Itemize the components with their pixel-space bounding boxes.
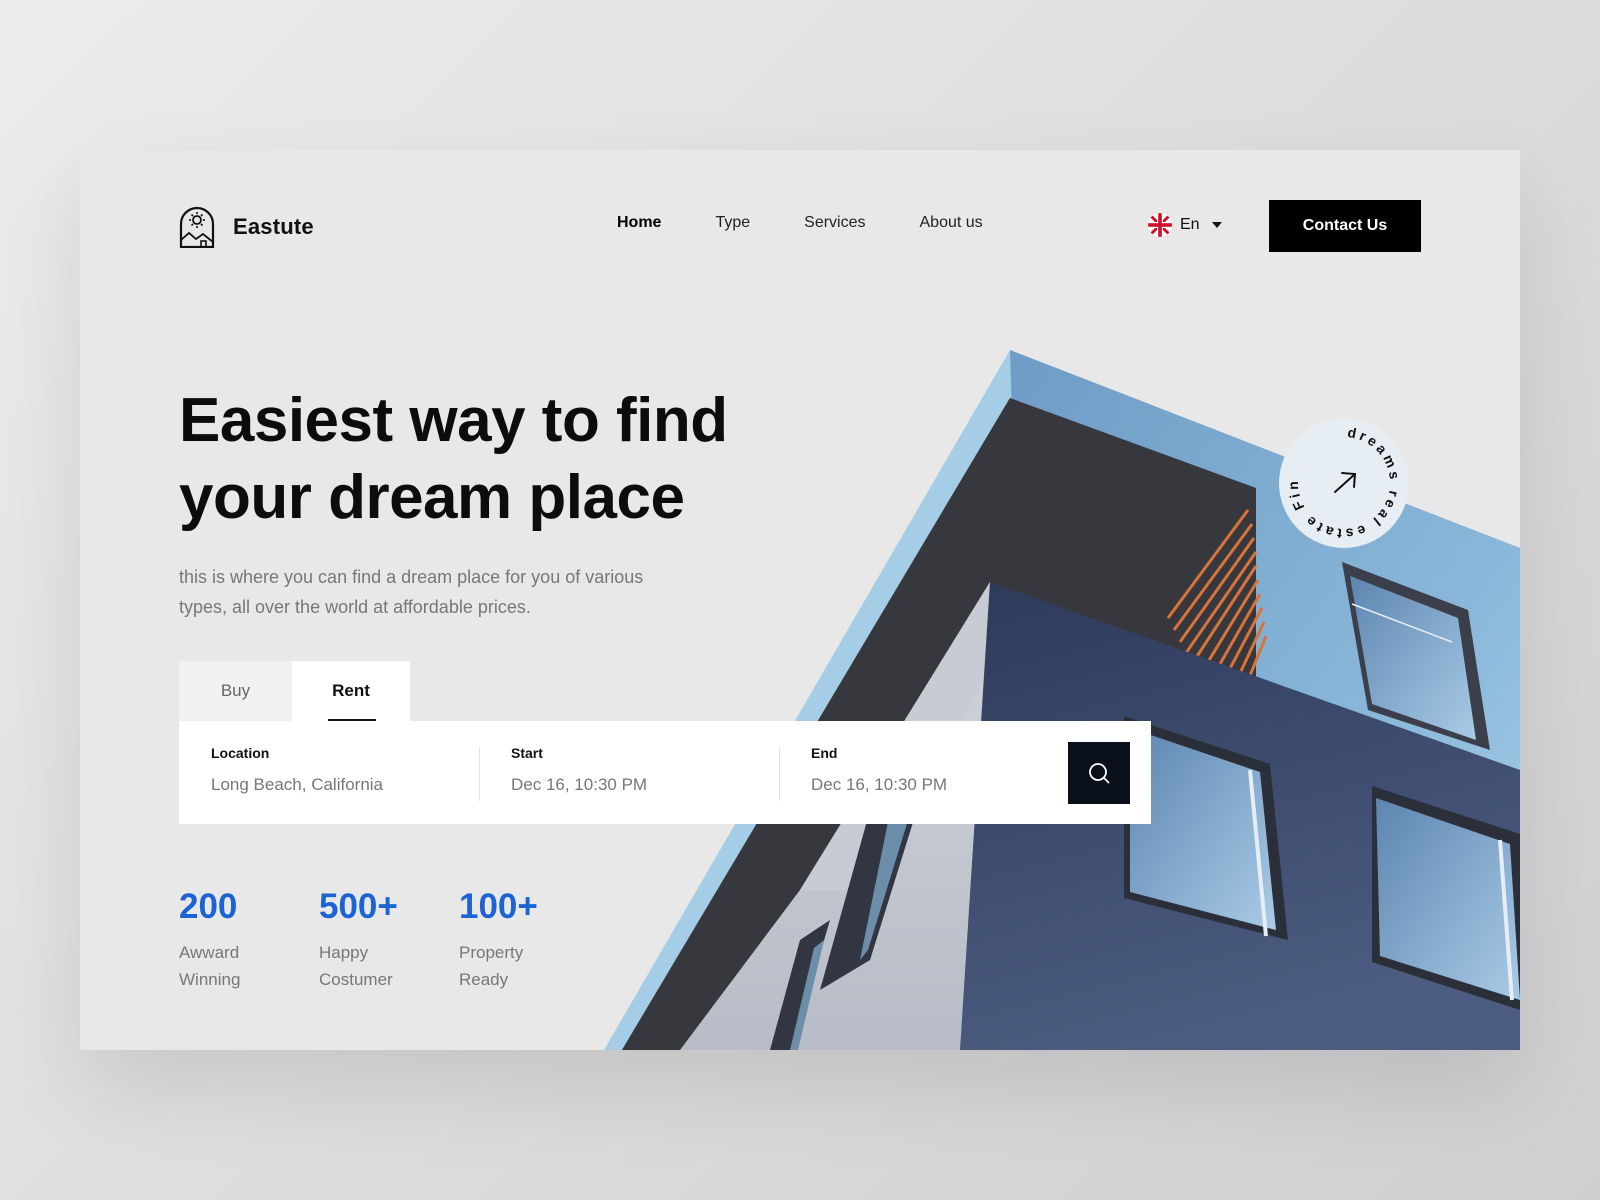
contact-us-button[interactable]: Contact Us bbox=[1269, 200, 1421, 252]
stat-value: 100+ bbox=[459, 887, 538, 926]
chevron-down-icon bbox=[1211, 222, 1222, 228]
location-value: Long Beach, California bbox=[211, 775, 384, 794]
start-date-field[interactable]: Start Dec 16, 10:30 PM bbox=[479, 721, 779, 824]
end-value: Dec 16, 10:30 PM bbox=[811, 775, 948, 794]
stat-value: 200 bbox=[179, 887, 238, 926]
stats-row: 200 Awward Winning 500+ Happy Costumer 1… bbox=[179, 887, 599, 993]
stat-properties: 100+ Property Ready bbox=[459, 887, 539, 993]
hero-title-line-2: your dream place bbox=[179, 463, 685, 532]
nav-item-about-us[interactable]: About us bbox=[920, 214, 983, 232]
language-selector[interactable]: En bbox=[1148, 213, 1222, 237]
stat-label: Awward Winning bbox=[179, 943, 241, 989]
stat-awards: 200 Awward Winning bbox=[179, 887, 259, 993]
start-label: Start bbox=[511, 745, 543, 761]
hero-title-line-1: Easiest way to find bbox=[179, 386, 728, 455]
arrow-up-right-icon bbox=[1334, 472, 1357, 493]
stat-value: 500+ bbox=[319, 887, 398, 926]
nav-item-type[interactable]: Type bbox=[715, 214, 750, 232]
tab-buy[interactable]: Buy bbox=[179, 661, 292, 721]
stat-label: Property Ready bbox=[459, 943, 524, 989]
brand-logo[interactable]: Eastute bbox=[179, 206, 314, 248]
search-icon bbox=[1089, 763, 1110, 784]
end-date-field[interactable]: End Dec 16, 10:30 PM bbox=[779, 721, 1079, 824]
location-label: Location bbox=[211, 745, 270, 761]
language-label: En bbox=[1180, 216, 1200, 233]
search-panel: Location Long Beach, California Start De… bbox=[179, 721, 1151, 824]
sun-arch-house-icon bbox=[179, 206, 215, 248]
find-dreams-badge[interactable]: dreams real estate Find your bbox=[1279, 418, 1409, 548]
stat-label: Happy Costumer bbox=[319, 943, 393, 989]
hero-subtitle: this is where you can find a dream place… bbox=[179, 567, 644, 617]
nav-item-services[interactable]: Services bbox=[804, 214, 865, 232]
brand-name: Eastute bbox=[233, 214, 314, 239]
uk-flag-icon bbox=[1148, 213, 1172, 237]
main-nav: Home Type Services About us bbox=[617, 214, 1037, 232]
hero-title: Easiest way to find your dream place bbox=[179, 382, 799, 536]
end-label: End bbox=[811, 745, 838, 761]
stat-customers: 500+ Happy Costumer bbox=[319, 887, 399, 993]
location-field[interactable]: Location Long Beach, California bbox=[179, 721, 479, 824]
start-value: Dec 16, 10:30 PM bbox=[511, 775, 648, 794]
landing-card: Eastute Home Type Services About us En C… bbox=[80, 150, 1520, 1050]
nav-item-home[interactable]: Home bbox=[617, 214, 661, 232]
buy-rent-tabs: Buy Rent bbox=[179, 661, 410, 721]
badge-text: dreams real estate Find your bbox=[1279, 418, 1403, 542]
search-button[interactable] bbox=[1068, 742, 1130, 804]
tab-rent[interactable]: Rent bbox=[292, 661, 410, 721]
